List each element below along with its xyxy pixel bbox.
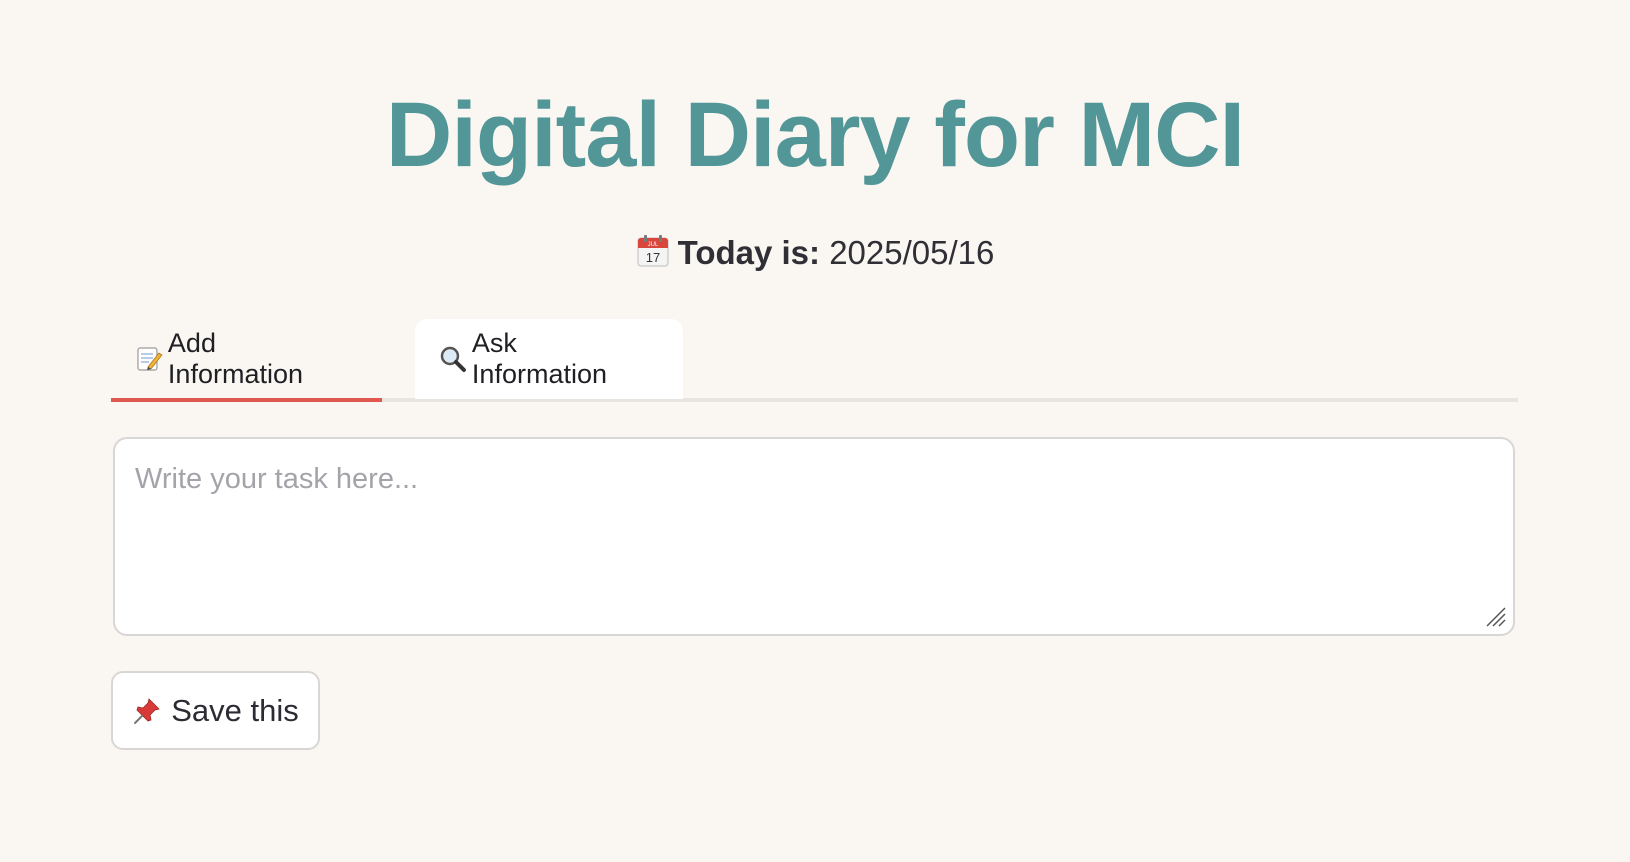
tab-bar: Add Information Ask Information: [111, 319, 1518, 403]
calendar-icon-day: 17: [645, 250, 659, 265]
date-line: JUL 17 Today is: 2025/05/16: [0, 234, 1630, 272]
calendar-icon-month: JUL: [647, 242, 658, 248]
resize-handle-icon[interactable]: [1483, 604, 1507, 628]
date-value: 2025/05/16: [829, 234, 995, 271]
calendar-icon: JUL 17: [637, 235, 669, 267]
tab-ask-information-label: Ask Information: [471, 328, 607, 389]
task-input-container: [113, 437, 1515, 636]
memo-icon: [137, 347, 163, 371]
app-page: Digital Diary for MCI JUL 17 Today is: 2…: [0, 0, 1630, 862]
date-label: Today is:: [677, 234, 821, 271]
tab-add-information[interactable]: Add Information: [111, 319, 382, 402]
tab-ask-information[interactable]: Ask Information: [415, 319, 683, 399]
active-tab-indicator: [111, 398, 382, 402]
save-button-label: Save this: [171, 692, 299, 728]
task-input[interactable]: [115, 439, 1513, 634]
save-button[interactable]: Save this: [111, 671, 320, 750]
magnifier-icon: [440, 346, 466, 372]
tab-add-information-label: Add Information: [167, 328, 303, 389]
pushpin-icon: [134, 697, 161, 724]
page-title: Digital Diary for MCI: [385, 84, 1245, 186]
